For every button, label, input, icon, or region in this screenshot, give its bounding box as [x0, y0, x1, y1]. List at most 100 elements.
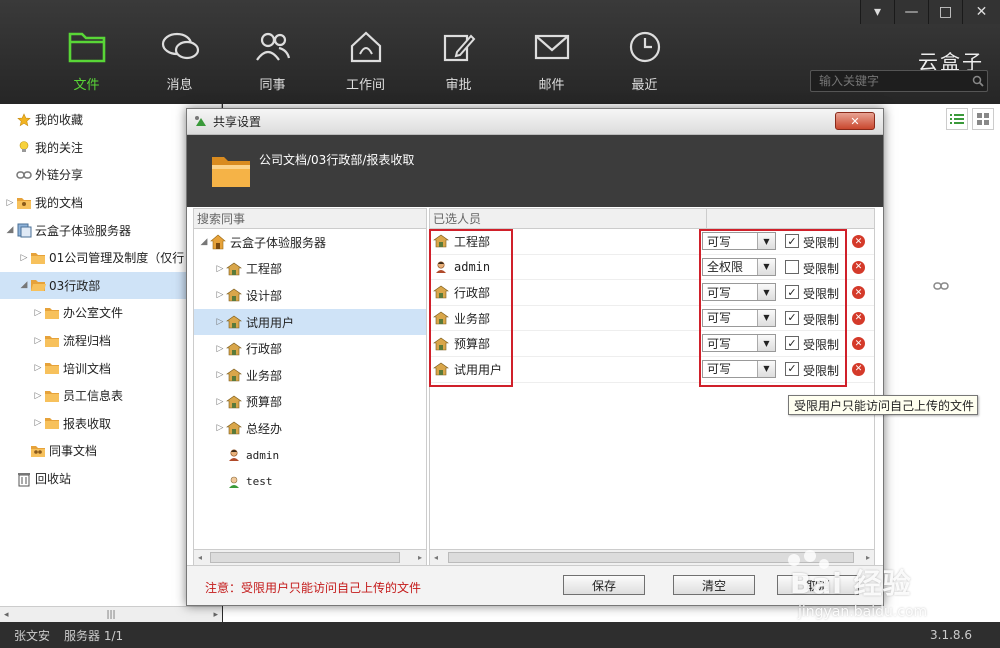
dropdown-arrow-icon[interactable]: ▼	[757, 233, 775, 249]
restricted-label: 受限制	[803, 236, 840, 250]
colleague-tree-item[interactable]: ▷ 设计部	[194, 282, 426, 309]
restricted-checkbox[interactable]: ✓	[785, 285, 799, 300]
expand-arrow-icon[interactable]: ▷	[32, 418, 44, 428]
sidebar-tree-label: 培训文档	[63, 361, 112, 376]
nav-tab-0[interactable]: 文件	[40, 30, 133, 93]
expand-arrow-icon[interactable]: ▷	[214, 264, 226, 274]
permission-select[interactable]: 全权限 ▼	[702, 257, 776, 276]
user-admin-icon	[226, 447, 242, 463]
colleague-tree-item[interactable]: admin	[194, 442, 426, 469]
user-icon	[226, 474, 242, 490]
restricted-checkbox[interactable]: ✓	[785, 336, 799, 351]
search-input[interactable]	[819, 74, 969, 88]
close-window-button[interactable]: ✕	[962, 0, 1000, 24]
expand-arrow-icon[interactable]: ▷	[32, 336, 44, 346]
search-icon[interactable]	[969, 71, 987, 91]
dropdown-arrow-icon[interactable]: ▼	[757, 284, 775, 301]
colleague-tree-item[interactable]: test	[194, 468, 426, 495]
remove-member-icon[interactable]: ✕	[852, 235, 865, 248]
colleague-tree-item[interactable]: ▷ 试用用户	[194, 308, 426, 336]
list-view-icon[interactable]	[946, 108, 968, 130]
member-name: 试用用户	[454, 362, 503, 377]
permission-select[interactable]: 可写 ▼	[702, 308, 776, 327]
colleague-label: 工程部	[246, 262, 283, 277]
expand-arrow-icon[interactable]: ▷	[214, 423, 226, 433]
selected-member-row[interactable]: 试用用户 可写 ▼ ✓ 受限制 ✕	[430, 357, 874, 383]
main-nav: 文件 消息 同事 工作间 审批 邮件 最近	[40, 30, 691, 93]
dropdown-arrow-icon[interactable]: ▼	[757, 309, 775, 326]
permission-select[interactable]: 可写 ▼	[702, 283, 776, 302]
sidebar-tree-label: 员工信息表	[63, 389, 124, 404]
selected-member-row[interactable]: 工程部 可写 ▼ ✓ 受限制 ✕	[430, 229, 874, 255]
clear-button[interactable]: 清空	[673, 575, 755, 595]
nav-tab-6[interactable]: 最近	[598, 30, 691, 93]
dialog-close-button[interactable]: ✕	[835, 112, 875, 130]
expand-arrow-icon[interactable]: ▷	[214, 317, 226, 327]
restricted-checkbox[interactable]	[785, 259, 799, 274]
restricted-checkbox[interactable]: ✓	[785, 361, 799, 376]
search-box	[810, 70, 988, 92]
department-icon	[226, 367, 242, 383]
colleague-tree-item[interactable]: ▷ 总经办	[194, 415, 426, 442]
colleague-horizontal-scrollbar[interactable]: ◂ ▸	[194, 549, 426, 565]
nav-tab-3[interactable]: 工作间	[319, 30, 412, 93]
save-button[interactable]: 保存	[563, 575, 645, 595]
restricted-checkbox[interactable]: ✓	[785, 234, 799, 248]
permission-select[interactable]: 可写 ▼	[702, 359, 776, 378]
remove-member-icon[interactable]: ✕	[852, 311, 865, 325]
permission-select[interactable]: 可写 ▼	[702, 232, 776, 250]
people-icon	[253, 30, 293, 68]
expand-arrow-icon[interactable]: ▷	[32, 391, 44, 401]
minimize-button[interactable]: —	[894, 0, 928, 24]
sidebar-tree-label: 我的关注	[35, 140, 84, 155]
expand-arrow-icon[interactable]: ▷	[32, 363, 44, 373]
expand-arrow-icon[interactable]: ◢	[4, 225, 16, 235]
folder-icon	[211, 151, 251, 189]
share-settings-icon	[193, 114, 209, 130]
sidebar-tree-label: 办公室文件	[63, 306, 124, 321]
sidebar-tree-label: 报表收取	[63, 416, 112, 431]
selected-member-row[interactable]: 业务部 可写 ▼ ✓ 受限制 ✕	[430, 306, 874, 332]
maximize-button[interactable]: □	[928, 0, 962, 24]
member-name: admin	[454, 259, 491, 274]
server-icon	[16, 222, 32, 238]
colleague-tree-item[interactable]: ◢ 云盒子体验服务器	[194, 229, 426, 256]
expand-arrow-icon[interactable]: ▷	[214, 344, 226, 354]
expand-arrow-icon[interactable]: ▷	[4, 198, 16, 208]
user-admin-icon	[433, 259, 449, 275]
search-colleague-header[interactable]: 搜索同事	[194, 209, 426, 229]
nav-tab-1[interactable]: 消息	[133, 30, 226, 93]
menu-dropdown-button[interactable]: ▾	[860, 0, 894, 24]
colleague-tree-item[interactable]: ▷ 工程部	[194, 256, 426, 283]
expand-arrow-icon[interactable]: ▷	[214, 370, 226, 380]
expand-arrow-icon[interactable]: ▷	[214, 290, 226, 300]
nav-tab-5[interactable]: 邮件	[505, 30, 598, 93]
sidebar-tree-label: 我的文档	[35, 196, 84, 211]
grid-view-icon[interactable]	[972, 108, 994, 130]
expand-arrow-icon[interactable]: ◢	[198, 237, 210, 247]
selected-member-row[interactable]: 预算部 可写 ▼ ✓ 受限制 ✕	[430, 331, 874, 357]
selected-member-row[interactable]: 行政部 可写 ▼ ✓ 受限制 ✕	[430, 280, 874, 306]
remove-member-icon[interactable]: ✕	[852, 260, 865, 274]
dropdown-arrow-icon[interactable]: ▼	[757, 258, 775, 275]
dropdown-arrow-icon[interactable]: ▼	[757, 360, 775, 377]
remove-member-icon[interactable]: ✕	[852, 337, 865, 351]
restricted-checkbox[interactable]: ✓	[785, 310, 799, 325]
nav-tab-4[interactable]: 审批	[412, 30, 505, 93]
colleague-tree-item[interactable]: ▷ 业务部	[194, 362, 426, 389]
expand-arrow-icon[interactable]: ◢	[18, 280, 30, 290]
remove-member-icon[interactable]: ✕	[852, 362, 865, 376]
colleague-tree-item[interactable]: ▷ 行政部	[194, 335, 426, 362]
status-version: 3.1.8.6	[930, 628, 972, 642]
expand-arrow-icon[interactable]: ▷	[214, 397, 226, 407]
nav-tab-2[interactable]: 同事	[226, 30, 319, 93]
selected-member-row[interactable]: admin 全权限 ▼ 受限制 ✕	[430, 255, 874, 281]
remove-member-icon[interactable]: ✕	[852, 286, 865, 300]
expand-arrow-icon[interactable]: ▷	[18, 253, 30, 263]
permission-value: 可写	[707, 311, 732, 326]
dropdown-arrow-icon[interactable]: ▼	[757, 335, 775, 352]
expand-arrow-icon[interactable]: ▷	[32, 308, 44, 318]
colleague-tree-item[interactable]: ▷ 预算部	[194, 389, 426, 416]
sidebar-horizontal-scrollbar[interactable]: ◂ ||| ▸	[0, 606, 222, 622]
permission-select[interactable]: 可写 ▼	[702, 334, 776, 353]
